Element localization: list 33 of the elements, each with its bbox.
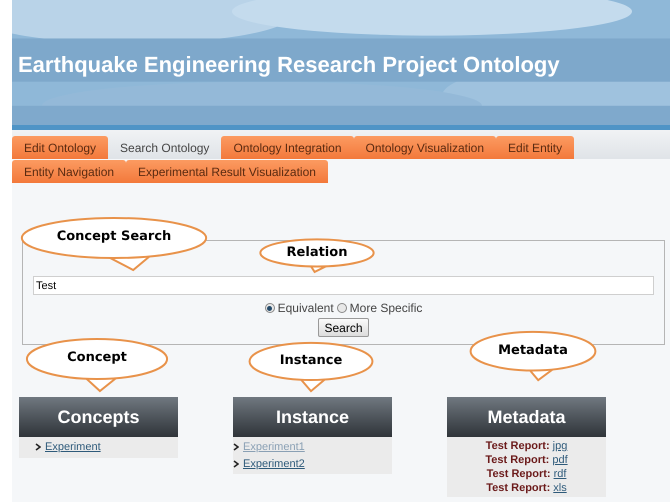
report-label: Test Report: xyxy=(486,481,550,495)
radio-label: Equivalent xyxy=(278,300,334,317)
file-link[interactable]: pdf xyxy=(552,453,568,467)
nav-tab[interactable]: Edit Ontology xyxy=(12,136,108,159)
search-button[interactable]: Search xyxy=(318,318,369,337)
radio-button[interactable] xyxy=(264,303,275,313)
search-field[interactable]: Test xyxy=(33,276,654,295)
report-label: Test Report: xyxy=(485,453,550,467)
report-label: Test Report: xyxy=(486,467,551,481)
radio-label: More Specific xyxy=(350,300,422,317)
nav-tab[interactable]: Ontology Integration xyxy=(221,136,354,159)
page-title: Earthquake Engineering Research Project Ontology xyxy=(18,51,560,79)
callout: Concept Search xyxy=(18,216,210,272)
nav-tab[interactable]: Edit Entity xyxy=(496,136,574,159)
file-link[interactable]: rdf xyxy=(554,467,566,481)
panel-header: Concepts xyxy=(19,397,178,437)
nav-tab[interactable]: Search Ontology xyxy=(108,136,222,159)
callout: Relation xyxy=(258,238,376,276)
callout: Concept xyxy=(24,337,170,393)
nav-tab[interactable]: Experimental Result Visualization xyxy=(126,160,328,183)
item-link[interactable]: Experiment2 xyxy=(243,456,305,472)
chevron-icon xyxy=(35,443,41,452)
callout: Instance xyxy=(247,341,375,393)
item-link[interactable]: Experiment xyxy=(45,439,101,456)
callout: Metadata xyxy=(468,330,598,384)
radio-button[interactable] xyxy=(336,303,347,313)
panel-header: Instance xyxy=(233,397,392,437)
panel-header: Metadata xyxy=(447,397,606,437)
report-label: Test Report: xyxy=(486,439,550,453)
file-link[interactable]: xls xyxy=(553,481,567,495)
file-link[interactable]: jpg xyxy=(552,439,568,453)
nav-tab[interactable]: Ontology Visualization xyxy=(354,136,496,159)
nav-tab[interactable]: Entity Navigation xyxy=(12,160,126,183)
